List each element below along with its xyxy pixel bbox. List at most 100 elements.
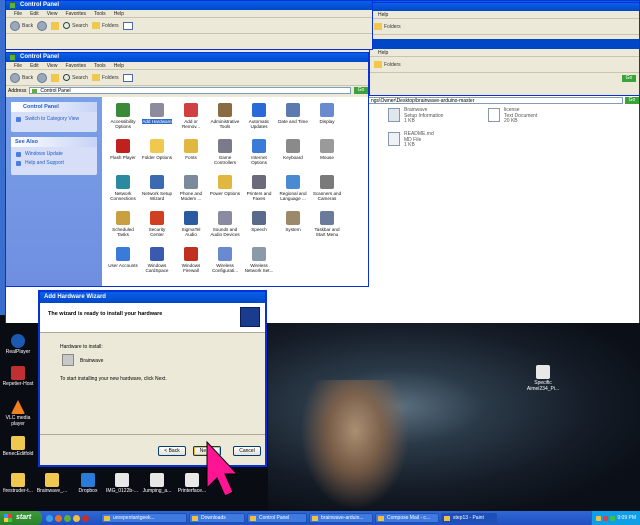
menu-edit[interactable]: Edit bbox=[30, 11, 39, 17]
cp-item-phone-and[interactable]: Phone and Modem ... bbox=[174, 175, 208, 205]
taskbar-item-paint[interactable]: step13 - Paint bbox=[441, 513, 497, 523]
cp-item-folder-options[interactable]: Folder Options bbox=[140, 139, 174, 169]
tray-icon-3[interactable] bbox=[610, 515, 616, 521]
back-button[interactable]: Back bbox=[10, 20, 33, 31]
folders-button-2[interactable]: Folders bbox=[374, 61, 401, 68]
folders-button[interactable]: Folders bbox=[374, 23, 401, 30]
menu-favorites[interactable]: Favorites bbox=[65, 11, 86, 17]
cp-item-scanners-and[interactable]: Scanners and Cameras bbox=[310, 175, 344, 205]
search-button[interactable]: Search bbox=[63, 22, 88, 29]
media-icon[interactable] bbox=[64, 514, 71, 522]
taskbar-item-brainwave[interactable]: brainwave-arduin... bbox=[309, 513, 373, 523]
taskbar-item-unrepentantgeek[interactable]: unrepentantgeek... bbox=[101, 513, 187, 523]
cp-item-mouse[interactable]: Mouse bbox=[310, 139, 344, 169]
desktop-icon-folder[interactable]: BenecEditfold bbox=[0, 436, 36, 458]
cp-item-date-and-time[interactable]: Date and Time bbox=[276, 103, 310, 133]
cp-item-fonts[interactable]: Fonts bbox=[174, 139, 208, 169]
ie-icon[interactable] bbox=[46, 514, 53, 522]
start-button[interactable]: start bbox=[0, 511, 42, 525]
menu-favorites[interactable]: Favorites bbox=[65, 63, 86, 69]
cp-item-wireless[interactable]: Wireless Network Set... bbox=[242, 247, 276, 277]
windows-update-link[interactable]: Windows Update bbox=[15, 150, 93, 159]
file-readme[interactable]: README.md MD File 1 KB bbox=[388, 131, 434, 149]
menu-tools[interactable]: Tools bbox=[94, 63, 106, 69]
back-button[interactable]: Back bbox=[10, 72, 33, 83]
cp-item-system[interactable]: System bbox=[276, 211, 310, 241]
cp-item-game[interactable]: Game Controllers bbox=[208, 139, 242, 169]
up-folder-icon[interactable] bbox=[51, 21, 60, 30]
cp-item-windows[interactable]: Windows Firewall bbox=[174, 247, 208, 277]
taskbar-item-downloads[interactable]: Downloads bbox=[189, 513, 245, 523]
file-license[interactable]: license Text Document 20 KB bbox=[488, 107, 537, 125]
desktop-icon-jumping[interactable]: Jumping_a... bbox=[139, 473, 175, 495]
wizard-titlebar[interactable]: Add Hardware Wizard bbox=[40, 292, 265, 303]
views-icon[interactable] bbox=[122, 21, 133, 30]
tray-icon-1[interactable] bbox=[596, 515, 602, 521]
file-brainwave[interactable]: Brainwave Setup Information 1 KB bbox=[388, 107, 443, 125]
folders-button[interactable]: Folders bbox=[91, 22, 119, 29]
app-icon[interactable] bbox=[82, 514, 89, 522]
menu-file[interactable]: File bbox=[14, 63, 22, 69]
cp-item-user-accounts[interactable]: User Accounts bbox=[106, 247, 140, 277]
views-icon[interactable] bbox=[122, 73, 133, 82]
cp-item-windows[interactable]: Windows CardSpace bbox=[140, 247, 174, 277]
address-input[interactable]: Control Panel bbox=[29, 87, 351, 94]
cp-item-keyboard[interactable]: Keyboard bbox=[276, 139, 310, 169]
desktop-icon-dropbox[interactable]: Dropbox bbox=[70, 473, 106, 495]
cp-item-add-hardware[interactable]: Add Hardware bbox=[140, 103, 174, 133]
cp-item-network[interactable]: Network Connections bbox=[106, 175, 140, 205]
menu-help[interactable]: Help bbox=[378, 12, 388, 18]
cp-item-sounds-and[interactable]: Sounds and Audio Devices bbox=[208, 211, 242, 241]
go-button[interactable]: Go bbox=[622, 75, 636, 82]
menu-tools[interactable]: Tools bbox=[94, 11, 106, 17]
cp-item-scheduled[interactable]: Scheduled Tasks bbox=[106, 211, 140, 241]
chrome-icon[interactable] bbox=[73, 514, 80, 522]
firefox-icon[interactable] bbox=[55, 514, 62, 522]
switch-category-view-link[interactable]: Switch to Category View bbox=[15, 115, 93, 124]
cp-item-sigmatel[interactable]: SigmaTel Audio bbox=[174, 211, 208, 241]
up-folder-icon[interactable] bbox=[51, 73, 60, 82]
desktop-icon-repetier[interactable]: Repetier-Host bbox=[0, 366, 36, 388]
cp-item-automatic[interactable]: Automatic Updates bbox=[242, 103, 276, 133]
tray-icon-2[interactable] bbox=[603, 515, 609, 521]
cp-item-network-setup[interactable]: Network Setup Wizard bbox=[140, 175, 174, 205]
back-button[interactable]: < Back bbox=[158, 446, 186, 456]
cp-item-administrative[interactable]: Administrative Tools bbox=[208, 103, 242, 133]
cp-item-taskbar-and[interactable]: Taskbar and Start Menu bbox=[310, 211, 344, 241]
second-window-titlebar[interactable] bbox=[370, 3, 639, 11]
desktop-icon-brainwave[interactable]: Brainwave_... bbox=[34, 473, 70, 495]
forward-arrow-icon[interactable] bbox=[37, 20, 48, 31]
menu-file[interactable]: File bbox=[14, 11, 22, 17]
menu-edit[interactable]: Edit bbox=[30, 63, 39, 69]
cp-item-speech[interactable]: Speech bbox=[242, 211, 276, 241]
cp-item-power-options[interactable]: Power Options bbox=[208, 175, 242, 205]
cp-item-regional-and[interactable]: Regional and Language ... bbox=[276, 175, 310, 205]
cp-item-flash-player[interactable]: Flash Player bbox=[106, 139, 140, 169]
cp2-titlebar[interactable]: Control Panel bbox=[6, 1, 372, 10]
go-button[interactable]: Go bbox=[354, 87, 368, 94]
menu-view[interactable]: View bbox=[47, 11, 58, 17]
cp-item-security[interactable]: Security Center bbox=[140, 211, 174, 241]
cp-item-display[interactable]: Display bbox=[310, 103, 344, 133]
back-go-button[interactable]: Go bbox=[625, 97, 639, 104]
menu-help[interactable]: Help bbox=[114, 63, 124, 69]
desktop-icon-firestruder[interactable]: firestruder-t... bbox=[0, 473, 36, 495]
desktop-icon-specific[interactable]: Specific Aimei234_Pi... bbox=[525, 365, 561, 392]
cp-item-internet[interactable]: Internet Options bbox=[242, 139, 276, 169]
desktop-icon-realplayer[interactable]: RealPlayer bbox=[0, 334, 36, 356]
menu-view[interactable]: View bbox=[47, 63, 58, 69]
folders-button[interactable]: Folders bbox=[91, 74, 119, 81]
clock[interactable]: 9:09 PM bbox=[617, 515, 636, 521]
cp-item-wireless[interactable]: Wireless Configurati... bbox=[208, 247, 242, 277]
forward-arrow-icon[interactable] bbox=[37, 72, 48, 83]
help-support-link[interactable]: Help and Support bbox=[15, 159, 93, 168]
menu-help-2[interactable]: Help bbox=[378, 50, 388, 56]
cp-item-printers-and[interactable]: Printers and Faxes bbox=[242, 175, 276, 205]
menu-help[interactable]: Help bbox=[114, 11, 124, 17]
search-button[interactable]: Search bbox=[63, 74, 88, 81]
desktop-icon-img[interactable]: IMG_0122b-... bbox=[104, 473, 140, 495]
desktop-icon-vlc[interactable]: VLC media player bbox=[0, 400, 36, 427]
cp-item-add-or[interactable]: Add or Remov... bbox=[174, 103, 208, 133]
cp-item-accessibility[interactable]: Accessibility Options bbox=[106, 103, 140, 133]
taskbar-item-compose-mail[interactable]: Compose Mail - c... bbox=[375, 513, 439, 523]
